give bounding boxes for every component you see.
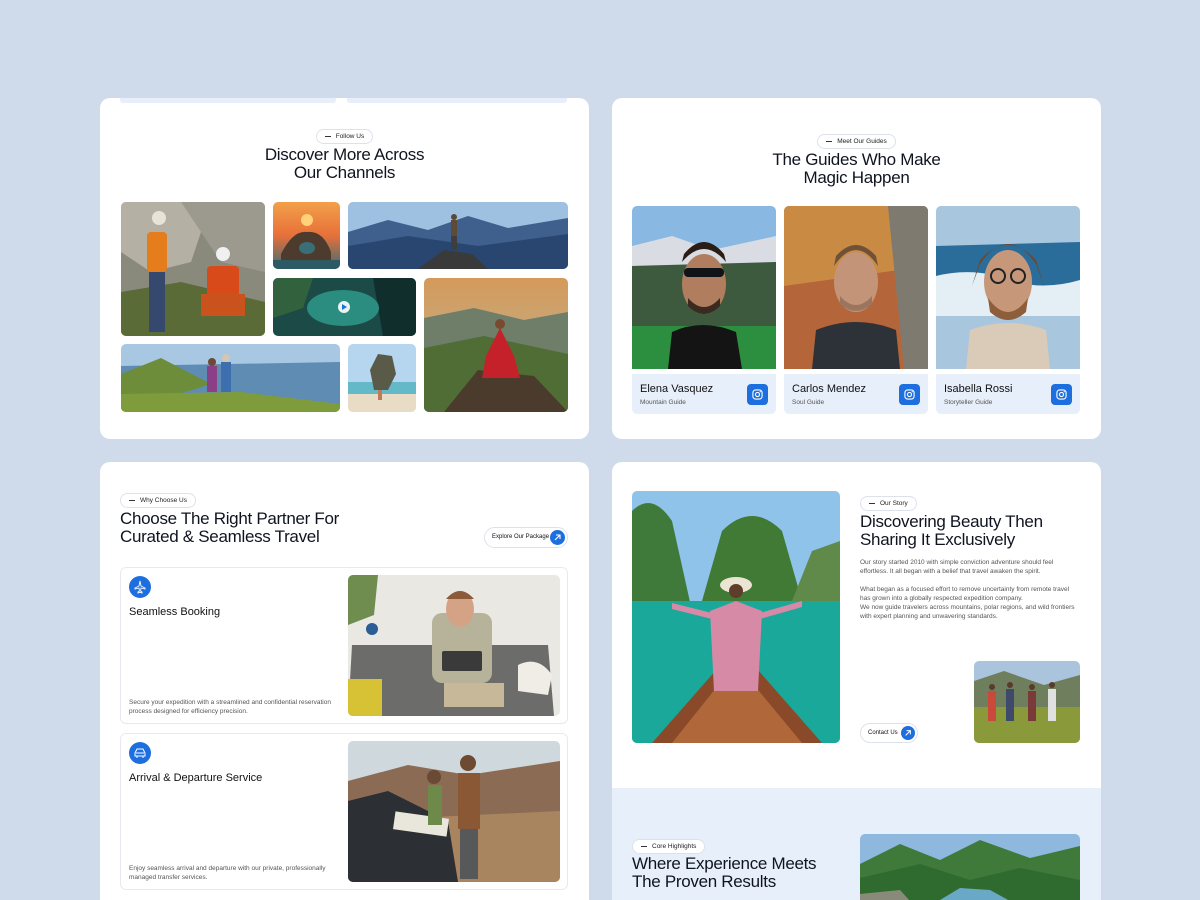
story-paragraph-2a: What began as a focused effort to remove…	[860, 586, 1070, 602]
feature-card-booking: Seamless Booking Secure your expedition …	[120, 567, 568, 724]
feature-title: Seamless Booking	[129, 606, 221, 618]
instagram-button[interactable]	[747, 384, 768, 405]
follow-us-title: Discover More Across Our Channels	[264, 145, 425, 182]
plane-icon	[134, 580, 146, 594]
feature-photo-couple-car	[348, 741, 560, 882]
instagram-button[interactable]	[899, 384, 920, 405]
story-paragraph-2b: We now guide travelers across mountains,…	[860, 604, 1075, 620]
feature-title: Arrival & Departure Service	[129, 772, 263, 784]
guide-card: Elena Vasquez Mountain Guide	[632, 206, 776, 416]
feature-desc: Enjoy seamless arrival and departure wit…	[129, 865, 326, 881]
car-icon-badge	[129, 742, 151, 764]
why-choose-us-pill: Why Choose Us	[120, 493, 196, 508]
highlights-title: Where Experience Meets The Proven Result…	[632, 854, 817, 891]
arrow-up-right-icon	[901, 726, 915, 740]
follow-us-pill: Follow Us	[315, 129, 374, 144]
guides-title: The Guides Who Make Magic Happen	[772, 150, 941, 187]
gallery-photo-arch-sunset[interactable]	[273, 202, 340, 269]
follow-us-card: Follow Us Discover More Across Our Chann…	[100, 98, 589, 439]
feature-photo-man-tablet	[348, 575, 560, 716]
guide-photo	[784, 206, 928, 369]
guide-card: Isabella Rossi Storyteller Guide	[936, 206, 1080, 416]
our-story-card: Our Story Discovering Beauty Then Sharin…	[612, 462, 1101, 900]
car-icon	[134, 748, 146, 758]
story-title: Discovering Beauty Then Sharing It Exclu…	[860, 512, 1043, 549]
our-story-pill: Our Story	[860, 496, 917, 511]
explore-package-label: Explore Our Package	[492, 534, 550, 540]
instagram-icon	[1056, 389, 1067, 400]
arrow-up-right-icon	[550, 530, 565, 545]
contact-us-label: Contact Us	[868, 730, 898, 736]
gallery-video-lagoon[interactable]	[273, 278, 416, 336]
meet-guides-pill: Meet Our Guides	[817, 134, 896, 149]
explore-package-button[interactable]: Explore Our Package	[484, 527, 568, 548]
story-photo-boat-woman	[632, 491, 840, 743]
plane-icon-badge	[129, 576, 151, 598]
feature-desc: Secure your expedition with a streamline…	[129, 699, 331, 715]
guides-card: Meet Our Guides The Guides Who Make Magi…	[612, 98, 1101, 439]
guide-card: Carlos Mendez Soul Guide	[784, 206, 928, 416]
guide-role: Mountain Guide	[640, 399, 686, 406]
gallery-photo-hikers-valley[interactable]	[121, 344, 340, 412]
guide-info-panel: Carlos Mendez Soul Guide	[784, 374, 928, 414]
guide-name: Isabella Rossi	[944, 383, 1013, 395]
gallery-photo-rock-beach[interactable]	[348, 344, 416, 412]
instagram-icon	[904, 389, 915, 400]
top-tab-strip-left	[120, 98, 336, 103]
gallery-photo-red-dress-cliff[interactable]	[424, 278, 568, 412]
guide-photo	[632, 206, 776, 369]
guide-info-panel: Elena Vasquez Mountain Guide	[632, 374, 776, 414]
core-highlights-pill: Core Highlights	[632, 839, 706, 854]
why-title: Choose The Right Partner For Curated & S…	[120, 509, 340, 546]
why-choose-us-card: Why Choose Us Choose The Right Partner F…	[100, 462, 589, 900]
guide-name: Carlos Mendez	[792, 383, 866, 395]
gallery-photo-mountain-hiker[interactable]	[348, 202, 568, 269]
core-highlights-section: Core Highlights Where Experience Meets T…	[612, 788, 1101, 900]
guide-info-panel: Isabella Rossi Storyteller Guide	[936, 374, 1080, 414]
instagram-icon	[752, 389, 763, 400]
instagram-button[interactable]	[1051, 384, 1072, 405]
story-photo-group-hikers	[974, 661, 1080, 743]
story-paragraph-1: Our story started 2010 with simple convi…	[860, 559, 1054, 575]
gallery-photo-climbers[interactable]	[121, 202, 265, 336]
feature-card-transfer: Arrival & Departure Service Enjoy seamle…	[120, 733, 568, 890]
guide-name: Elena Vasquez	[640, 383, 714, 395]
highlights-photo-river-valley	[860, 834, 1080, 900]
guide-photo	[936, 206, 1080, 369]
contact-us-button[interactable]: Contact Us	[860, 723, 918, 743]
guide-role: Soul Guide	[792, 399, 825, 406]
top-tab-strip-right	[347, 98, 567, 103]
guide-role: Storyteller Guide	[944, 399, 993, 406]
